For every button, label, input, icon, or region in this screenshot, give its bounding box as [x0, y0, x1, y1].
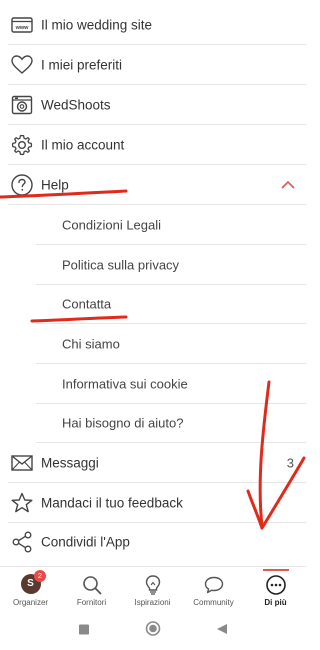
submenu-item-label: Hai bisogno di aiuto? — [62, 415, 184, 431]
nav-label: Ispirazioni — [134, 598, 171, 607]
submenu-item-label: Contatta — [62, 296, 112, 312]
nav-label: Organizer — [12, 598, 49, 607]
svg-text:www: www — [15, 25, 30, 31]
menu-item-label: Il mio wedding site — [41, 17, 153, 33]
nav-ispirazioni[interactable]: Ispirazioni — [122, 567, 183, 613]
system-navigation-bar — [0, 612, 306, 650]
menu-item-help[interactable]: Help — [0, 165, 306, 205]
menu-item-label: Help — [41, 177, 69, 193]
help-subitem-contact[interactable]: Contatta — [0, 284, 306, 324]
help-subitem-need-help[interactable]: Hai bisogno di aiuto? — [0, 403, 306, 443]
gear-icon — [10, 133, 34, 157]
heart-icon — [10, 53, 34, 77]
share-icon — [10, 530, 34, 554]
menu-item-label: WedShoots — [41, 97, 111, 113]
help-subitem-legal[interactable]: Condizioni Legali — [0, 205, 306, 245]
menu-item-wedshoots[interactable]: WedShoots — [0, 85, 306, 125]
chat-bubble-icon — [203, 574, 225, 596]
nav-community[interactable]: Community — [183, 567, 244, 613]
nav-fornitori[interactable]: Fornitori — [61, 567, 122, 613]
star-icon — [10, 491, 34, 515]
menu-item-label: Messaggi — [41, 455, 99, 471]
chevron-up-icon[interactable] — [280, 180, 296, 190]
help-subitem-cookie[interactable]: Informativa sui cookie — [0, 364, 306, 404]
menu-item-label: I miei preferiti — [41, 57, 123, 73]
menu-item-label: Condividi l'App — [41, 534, 130, 550]
lightbulb-icon — [142, 574, 164, 596]
search-icon — [81, 574, 103, 596]
back-icon[interactable] — [216, 622, 228, 640]
submenu-item-label: Chi siamo — [62, 336, 120, 352]
help-subitem-about[interactable]: Chi siamo — [0, 324, 306, 364]
nav-label: Fornitori — [76, 598, 107, 607]
menu-item-label: Mandaci il tuo feedback — [41, 495, 183, 511]
nav-organizer[interactable]: S 2 Organizer — [0, 567, 61, 613]
menu-item-label: Il mio account — [41, 137, 125, 153]
nav-label: Di più — [264, 598, 287, 607]
active-indicator — [262, 569, 289, 571]
submenu-item-label: Politica sulla privacy — [62, 257, 180, 273]
mail-icon — [10, 451, 34, 475]
submenu-item-label: Informativa sui cookie — [62, 376, 188, 392]
menu-item-share[interactable]: Condividi l'App — [0, 522, 306, 562]
question-icon — [10, 173, 34, 197]
menu-item-feedback[interactable]: Mandaci il tuo feedback — [0, 483, 306, 523]
message-count: 3 — [286, 455, 294, 471]
menu-item-wedding-site[interactable]: www Il mio wedding site — [0, 5, 306, 45]
nav-label: Community — [193, 598, 234, 607]
more-icon — [265, 574, 287, 596]
submenu-item-label: Condizioni Legali — [62, 217, 162, 233]
home-icon[interactable] — [145, 621, 161, 642]
menu-item-favorites[interactable]: I miei preferiti — [0, 45, 306, 85]
www-icon: www — [10, 13, 34, 37]
notification-badge: 2 — [34, 570, 46, 582]
camera-icon — [10, 93, 34, 117]
bottom-navigation: S 2 Organizer Fornitori Ispirazioni Comm… — [0, 566, 306, 613]
menu-item-account[interactable]: Il mio account — [0, 125, 306, 165]
nav-di-piu[interactable]: Di più — [245, 567, 306, 613]
menu-item-messages[interactable]: Messaggi 3 — [0, 443, 306, 483]
help-subitem-privacy[interactable]: Politica sulla privacy — [0, 245, 306, 285]
recents-icon[interactable] — [79, 622, 90, 640]
